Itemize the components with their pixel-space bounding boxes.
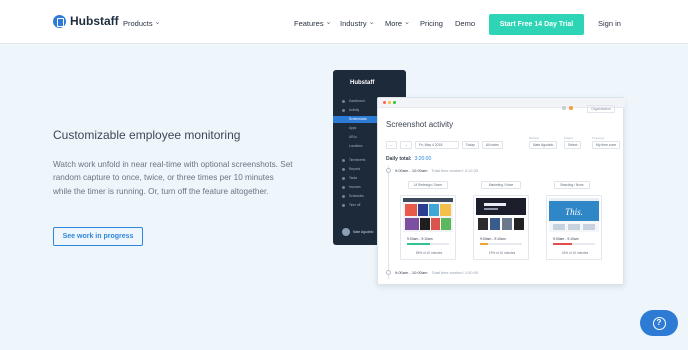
screenshot-time: 9:00am - 9:10am xyxy=(553,237,579,241)
nav-pricing[interactable]: Pricing xyxy=(420,19,443,28)
mock-project-label: Project xyxy=(564,136,573,140)
nav-demo-label: Demo xyxy=(455,19,476,28)
mock-member-select: Nate Agudelo xyxy=(529,141,558,149)
mock-timezone-select: My time zone xyxy=(592,141,621,149)
timeline-node xyxy=(386,168,391,173)
nav-more[interactable]: More ⌄ xyxy=(385,19,410,28)
nav-demo[interactable]: Demo xyxy=(455,19,475,28)
mock-date-picker: Fri, May 4 2018 xyxy=(414,141,459,149)
notification-icon xyxy=(562,106,566,110)
mock-member-label: Member xyxy=(529,136,540,140)
activity-percent: 45% of 10 minutes xyxy=(561,251,589,255)
svg-text:This.: This. xyxy=(565,207,583,217)
chevron-down-icon: ⌄ xyxy=(154,19,161,26)
screenshot-time: 9:00am - 9:10am xyxy=(407,237,433,241)
nav-industry-label: Industry xyxy=(340,19,367,28)
activity-bar-fill xyxy=(480,243,488,245)
window-maximize-dot xyxy=(393,101,396,104)
organization-select: Organization xyxy=(587,105,615,113)
mock-slot-header: 9:00am - 10:00am Total time worked: 0:12:… xyxy=(395,168,479,173)
app-mock-window: Organization Screenshot activity ← → Fri… xyxy=(377,97,625,285)
help-button[interactable]: ? xyxy=(640,310,678,336)
nav-products-label: Products xyxy=(123,19,153,28)
screenshot-card: 9:00am - 9:10am 55% of 10 minutes xyxy=(400,195,456,260)
avatar xyxy=(342,228,350,236)
activity-percent: 55% of 10 minutes xyxy=(415,251,443,255)
activity-percent: 19% of 10 minutes xyxy=(488,251,516,255)
see-work-in-progress-button[interactable]: See work in progress xyxy=(53,227,143,246)
chevron-down-icon: ⌄ xyxy=(368,19,375,26)
activity-bar xyxy=(553,243,595,245)
window-minimize-dot xyxy=(388,101,391,104)
mock-all-notes: All notes xyxy=(481,141,503,149)
screenshot-thumbnail xyxy=(476,198,526,232)
site-header: Hubstaff Products ⌄ Features ⌄ Industry … xyxy=(0,0,688,44)
activity-bar-fill xyxy=(553,243,572,245)
screenshot-card: This. 9:00am - 9:10am 45% of 10 minutes xyxy=(546,195,602,260)
mock-project-tag: UI Redesign / None xyxy=(408,181,448,189)
mock-sidebar-logo: Hubstaff xyxy=(350,80,375,86)
nav-industry[interactable]: Industry ⌄ xyxy=(340,19,375,28)
mock-sidebar-user: Nate Agudelo xyxy=(342,228,373,236)
mock-slot-header: 9:00am - 10:00am Total time worked: 1:00:… xyxy=(395,270,479,275)
mock-project-tag: Marketing / None xyxy=(481,181,521,189)
mock-toolbar: ← → Fri, May 4 2018 Today All notes xyxy=(386,141,503,149)
prev-day-icon: ← xyxy=(386,141,398,149)
sign-in-label: Sign in xyxy=(598,19,621,28)
nav-features-label: Features xyxy=(294,19,324,28)
activity-bar-fill xyxy=(407,243,431,245)
hero-body: Watch work unfold in near real-time with… xyxy=(53,160,293,196)
mock-timezone-label: Timezone xyxy=(592,136,605,140)
activity-bar xyxy=(480,243,522,245)
activity-bar xyxy=(407,243,449,245)
screenshot-card: 9:00am - 9:10am 19% of 10 minutes xyxy=(473,195,529,260)
timeline-node xyxy=(386,270,391,275)
mock-project-select: Select xyxy=(564,141,582,149)
start-trial-button[interactable]: Start Free 14 Day Trial xyxy=(489,14,584,35)
logo-text: Hubstaff xyxy=(70,14,119,28)
mock-today-button: Today xyxy=(461,141,479,149)
mock-page-title: Screenshot activity xyxy=(386,120,454,129)
screenshot-thumbnail xyxy=(403,198,453,232)
mock-project-tag: Branding / None xyxy=(554,181,590,189)
nav-more-label: More xyxy=(385,19,403,28)
nav-pricing-label: Pricing xyxy=(420,19,443,28)
hubstaff-logo[interactable]: Hubstaff xyxy=(53,14,119,28)
nav-products[interactable]: Products ⌄ xyxy=(123,19,160,28)
question-circle-icon: ? xyxy=(652,316,666,330)
window-close-dot xyxy=(383,101,386,104)
screenshot-thumbnail: This. xyxy=(549,198,599,232)
mock-daily-total: Daily total: 3:20:00 xyxy=(386,156,432,162)
screenshot-time: 9:00am - 9:10am xyxy=(480,237,506,241)
status-icon xyxy=(569,106,573,110)
next-day-icon: → xyxy=(400,141,412,149)
chevron-down-icon: ⌄ xyxy=(404,19,410,26)
sign-in-link[interactable]: Sign in xyxy=(598,19,621,28)
hero-headline: Customizable employee monitoring xyxy=(53,128,241,142)
chevron-down-icon: ⌄ xyxy=(325,19,332,26)
mock-timeline xyxy=(388,166,389,279)
nav-features[interactable]: Features ⌄ xyxy=(294,19,331,28)
hubstaff-logo-icon xyxy=(53,14,66,28)
